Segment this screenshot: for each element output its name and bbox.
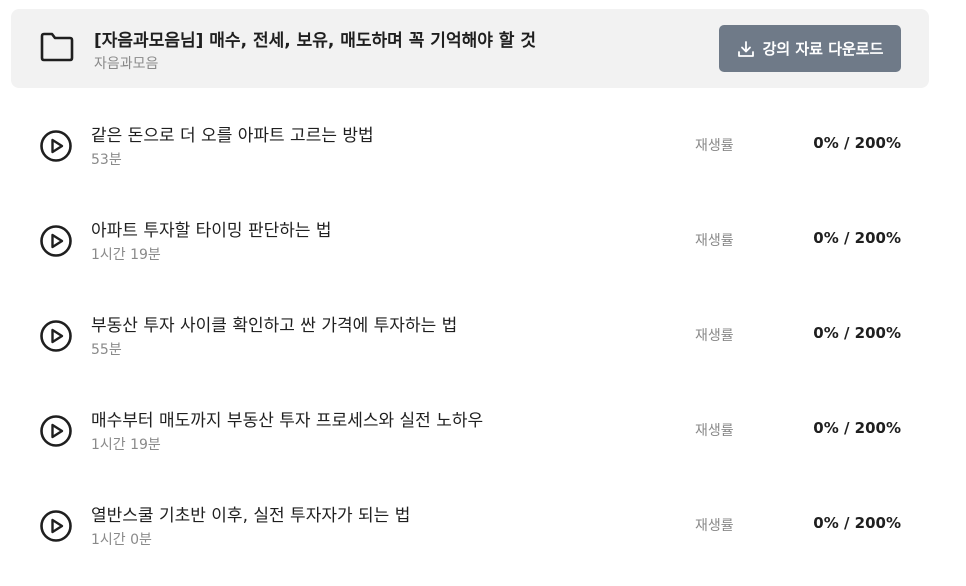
lesson-title[interactable]: 열반스쿨 기초반 이후, 실전 투자자가 되는 법 [91,501,410,526]
play-icon[interactable] [39,509,73,543]
progress-value: 0% / 200% [813,229,901,247]
course-header: [자음과모음님] 매수, 전세, 보유, 매도하며 꼭 기억해야 할 것 자음과… [11,9,929,88]
lesson-row[interactable]: 매수부터 매도까지 부동산 투자 프로세스와 실전 노하우 1시간 19분 재생… [11,396,929,491]
lesson-row[interactable]: 열반스쿨 기초반 이후, 실전 투자자가 되는 법 1시간 0분 재생률 0% … [11,491,929,586]
lesson-row[interactable]: 아파트 투자할 타이밍 판단하는 법 1시간 19분 재생률 0% / 200% [11,206,929,301]
progress-label: 재생률 [695,423,734,439]
lesson-duration: 1시간 19분 [91,247,161,263]
folder-icon [40,32,74,62]
play-icon[interactable] [39,414,73,448]
play-icon[interactable] [39,224,73,258]
play-icon[interactable] [39,319,73,353]
lesson-title[interactable]: 부동산 투자 사이클 확인하고 싼 가격에 투자하는 법 [91,311,457,336]
lesson-duration: 1시간 19분 [91,437,161,453]
download-icon [737,40,754,57]
download-button-label: 강의 자료 다운로드 [762,40,884,58]
lesson-title[interactable]: 같은 돈으로 더 오를 아파트 고르는 방법 [91,121,374,146]
progress-value: 0% / 200% [813,419,901,437]
progress-label: 재생률 [695,328,734,344]
lesson-duration: 1시간 0분 [91,532,152,548]
lesson-row[interactable]: 부동산 투자 사이클 확인하고 싼 가격에 투자하는 법 55분 재생률 0% … [11,301,929,396]
progress-value: 0% / 200% [813,514,901,532]
course-author: 자음과모음 [94,56,159,72]
play-icon[interactable] [39,129,73,163]
download-materials-button[interactable]: 강의 자료 다운로드 [719,25,901,72]
progress-label: 재생률 [695,138,734,154]
course-title: [자음과모음님] 매수, 전세, 보유, 매도하며 꼭 기억해야 할 것 [94,31,536,51]
progress-value: 0% / 200% [813,134,901,152]
lesson-title[interactable]: 아파트 투자할 타이밍 판단하는 법 [91,216,332,241]
lesson-title[interactable]: 매수부터 매도까지 부동산 투자 프로세스와 실전 노하우 [91,406,483,431]
lesson-duration: 55분 [91,342,122,358]
progress-label: 재생률 [695,233,734,249]
lesson-duration: 53분 [91,152,122,168]
lesson-row[interactable]: 같은 돈으로 더 오를 아파트 고르는 방법 53분 재생률 0% / 200% [11,111,929,206]
progress-label: 재생률 [695,518,734,534]
progress-value: 0% / 200% [813,324,901,342]
